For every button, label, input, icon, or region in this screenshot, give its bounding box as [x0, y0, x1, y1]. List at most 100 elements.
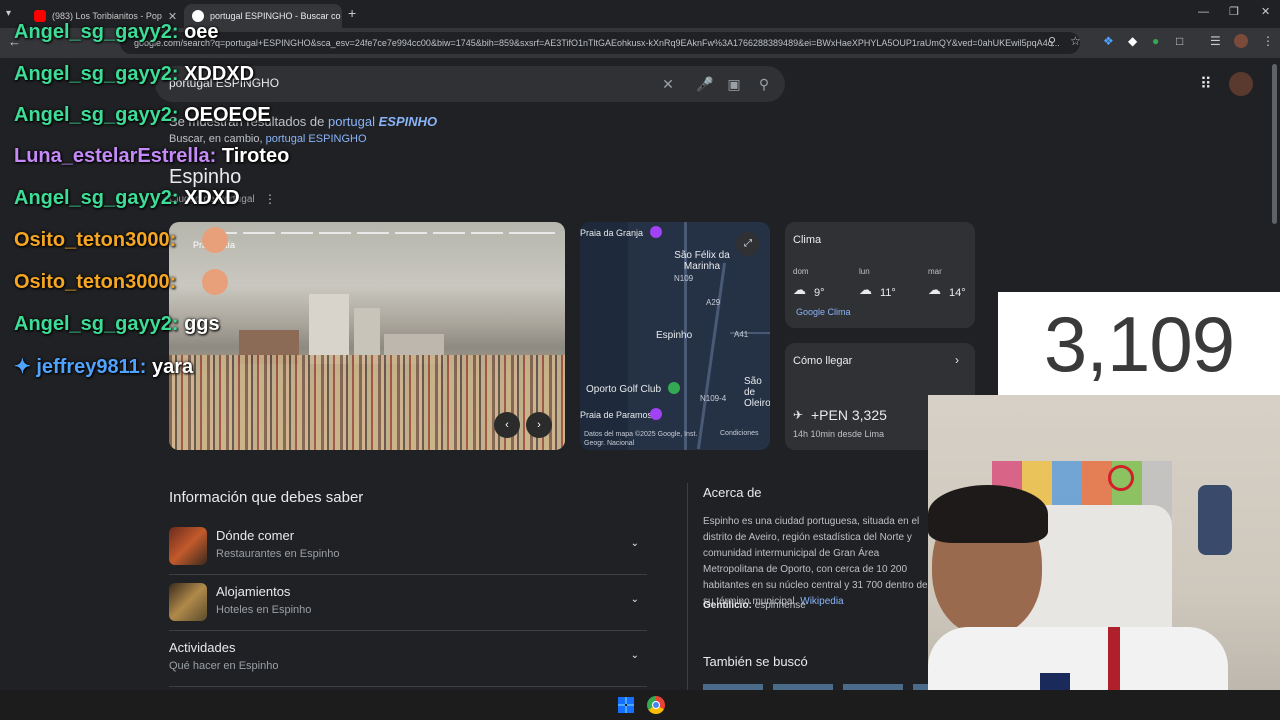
info-row-food[interactable]: Dónde comer Restaurantes en Espinho ⌄	[169, 519, 647, 575]
more-options-icon[interactable]: ⋮	[264, 192, 276, 206]
chat-message: Angel_sg_gayy2: oee	[14, 21, 219, 44]
chevron-right-icon: ›	[955, 353, 959, 367]
map-label: Oporto Golf Club	[586, 384, 662, 395]
demonym: Gentilicio: espinhense	[703, 600, 806, 611]
map-pin-icon[interactable]	[650, 226, 662, 238]
map-label: São Félix da Marinha	[674, 250, 730, 272]
map-credit: Datos del mapa ©2025 Google, Inst. Geogr…	[584, 431, 698, 447]
road-label: N109-4	[700, 394, 727, 403]
original-query-link[interactable]: portugal ESPINGHO	[266, 133, 367, 145]
golf-pin-icon[interactable]	[668, 382, 680, 394]
search-instead: Buscar, en cambio, portugal ESPINGHO	[169, 133, 367, 145]
photo-carousel[interactable]: Praia Baía ‹ ›	[169, 222, 565, 450]
extension-icon[interactable]: ❖	[1103, 34, 1114, 48]
story-progress	[471, 232, 503, 234]
microphone-icon[interactable]: 🎤	[696, 75, 714, 93]
chat-username: Angel_sg_gayy2:	[14, 63, 179, 85]
windows-start-icon[interactable]	[618, 697, 634, 713]
cloud-rain-icon: ☁	[793, 282, 806, 297]
maximize-button[interactable]: ❐	[1229, 5, 1239, 18]
chat-text: ggs	[184, 313, 220, 335]
story-progress	[281, 232, 313, 234]
search-icon[interactable]: ⚲	[755, 75, 773, 93]
chat-username: Osito_teton3000:	[14, 229, 177, 251]
expand-map-icon[interactable]: ⤢	[736, 232, 760, 256]
map-terms-link[interactable]: Condiciones	[720, 430, 759, 437]
tab-title: (983) Los Toribianitos - Pop	[52, 11, 162, 21]
corrected-term: portugal	[328, 114, 375, 129]
account-avatar[interactable]	[1229, 72, 1253, 96]
weather-day: lun	[859, 267, 870, 276]
building-shape	[309, 294, 349, 364]
cloud-rain-icon: ☁	[928, 282, 941, 297]
food-thumbnail	[169, 527, 207, 565]
corrected-query-link[interactable]: portugal ESPINHO	[328, 114, 437, 129]
chat-username: Osito_teton3000:	[14, 271, 177, 293]
reading-list-icon[interactable]: ☰	[1210, 34, 1221, 48]
weather-source-link[interactable]: Google Clima	[796, 307, 851, 317]
story-progress	[243, 232, 275, 234]
demonym-label: Gentilicio:	[703, 600, 752, 611]
info-row-subtitle: Qué hacer en Espinho	[169, 660, 279, 672]
map-label: Espinho	[656, 330, 693, 341]
map-pin-icon[interactable]	[650, 408, 662, 420]
info-row-lodging[interactable]: Alojamientos Hoteles en Espinho ⌄	[169, 575, 647, 631]
viewer-counter: 3,109	[998, 292, 1280, 396]
column-divider	[687, 483, 688, 690]
scrollbar[interactable]	[1272, 64, 1277, 224]
chat-username: jeffrey9811:	[36, 356, 147, 378]
chevron-down-icon[interactable]: ⌄	[631, 538, 639, 549]
info-row-title: Dónde comer	[216, 528, 295, 543]
next-photo-button[interactable]: ›	[526, 412, 552, 438]
directions-title: Cómo llegar	[793, 355, 853, 367]
minimize-button[interactable]: —	[1198, 6, 1209, 18]
apps-grid-icon[interactable]: ⠿	[1200, 74, 1212, 94]
hanging-backpack	[1198, 485, 1232, 555]
address-bar[interactable]: google.com/search?q=portugal+ESPINGHO&sc…	[120, 32, 1080, 54]
map-label: Praia de Paramos	[580, 410, 653, 420]
previous-photo-button[interactable]: ‹	[494, 412, 520, 438]
new-tab-button[interactable]: +	[348, 5, 356, 21]
emote-face-icon	[202, 227, 228, 253]
camera-lens-icon[interactable]: ▣	[725, 75, 743, 93]
weather-temp: 14°	[949, 287, 966, 299]
window-close-button[interactable]: ✕	[1261, 5, 1270, 18]
zoom-icon[interactable]: ⚲	[1048, 35, 1056, 48]
weather-card[interactable]: Clima dom ☁ 9° lun ☁ 11° mar ☁ 14° Googl…	[785, 222, 975, 328]
extension-icon[interactable]: ●	[1152, 34, 1159, 48]
no-sign-icon	[1108, 465, 1134, 491]
corrected-term-bold: ESPINHO	[378, 114, 438, 129]
chat-username: Luna_estelarEstrella:	[14, 145, 217, 167]
extension-icon[interactable]: ◆	[1128, 34, 1137, 48]
info-section-title: Información que debes saber	[169, 489, 364, 506]
map-label: Praia da Granja	[580, 228, 644, 238]
tab-title: portugal ESPINGHO - Buscar co	[210, 11, 341, 21]
weather-temp: 11°	[880, 287, 896, 299]
road-label: A41	[734, 330, 749, 339]
about-description: Espinho es una ciudad portuguesa, situad…	[703, 514, 931, 610]
tab-search-icon[interactable]: ▾	[6, 8, 20, 22]
chevron-down-icon[interactable]: ⌄	[631, 594, 639, 605]
clear-icon[interactable]: ✕	[659, 75, 677, 93]
info-row-activities[interactable]: Actividades Qué hacer en Espinho ⌄	[169, 631, 647, 687]
story-progress	[395, 232, 427, 234]
weather-day: mar	[928, 267, 942, 276]
info-row-title: Actividades	[169, 640, 236, 655]
menu-dots-icon[interactable]: ⋮	[1262, 34, 1274, 48]
emote-face-icon	[202, 269, 228, 295]
extensions-puzzle-icon[interactable]: □	[1176, 34, 1183, 48]
demonym-value: espinhense	[754, 600, 806, 611]
about-title: Acerca de	[703, 485, 762, 500]
chat-message: Osito_teton3000:	[14, 269, 228, 295]
chevron-down-icon[interactable]: ⌄	[631, 650, 639, 661]
profile-avatar[interactable]	[1234, 34, 1248, 48]
wikipedia-link[interactable]: Wikipedia	[800, 596, 843, 607]
bookmark-star-icon[interactable]: ☆	[1070, 34, 1081, 48]
hotel-thumbnail	[169, 583, 207, 621]
map-thumbnail[interactable]: Praia da Granja São Félix da Marinha N10…	[580, 222, 770, 450]
info-row-subtitle: Hoteles en Espinho	[216, 604, 312, 616]
road-label: A29	[706, 298, 721, 307]
entity-title: Espinho	[169, 166, 242, 188]
chat-message: Angel_sg_gayy2: XDDXD	[14, 63, 254, 86]
chat-message: Osito_teton3000:	[14, 227, 228, 253]
